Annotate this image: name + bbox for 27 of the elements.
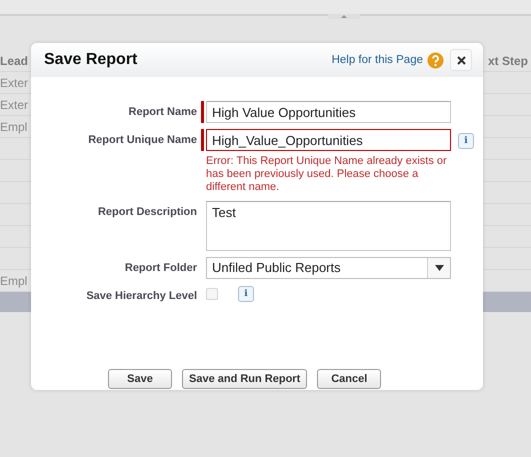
description-field[interactable]: Test bbox=[206, 200, 451, 251]
column-header: xt Step bbox=[486, 54, 529, 68]
field-label: Save Hierarchy Level bbox=[85, 288, 197, 302]
close-icon bbox=[456, 56, 466, 64]
dialog-button[interactable]: Cancel bbox=[317, 368, 382, 389]
field-label: Report Unique Name bbox=[87, 133, 197, 146]
close-button[interactable] bbox=[450, 49, 472, 71]
dialog-button[interactable]: Save and Run Report bbox=[182, 368, 308, 389]
text-field[interactable]: High_Value_Opportunities bbox=[206, 129, 451, 151]
question-mark-icon[interactable] bbox=[427, 52, 444, 68]
dialog-button[interactable]: Save bbox=[108, 368, 172, 389]
column-header: Lead bbox=[0, 54, 30, 68]
table-cell-text: Empl bbox=[0, 120, 28, 134]
help-link[interactable]: Help for this Page bbox=[332, 54, 423, 66]
text-field[interactable]: High Value Opportunities bbox=[206, 101, 451, 123]
field-label: Report Description bbox=[96, 204, 197, 218]
table-cell-text: Empl bbox=[0, 274, 28, 288]
folder-dropdown[interactable]: Unfiled Public Reports bbox=[206, 256, 451, 279]
error-message: Error: This Report Unique Name already exists or has been previously used. Please choose a different name. bbox=[206, 155, 448, 195]
field-label: Report Name bbox=[128, 105, 197, 118]
table-cell-text: Exter bbox=[0, 98, 30, 112]
field-label: Report Folder bbox=[124, 260, 197, 274]
caret-icon bbox=[434, 264, 444, 271]
info-icon[interactable]: i bbox=[458, 133, 474, 149]
collapse-handle[interactable] bbox=[328, 14, 360, 19]
table-cell-text: Exter bbox=[0, 76, 30, 90]
dialog-title: Save Report bbox=[44, 51, 138, 69]
